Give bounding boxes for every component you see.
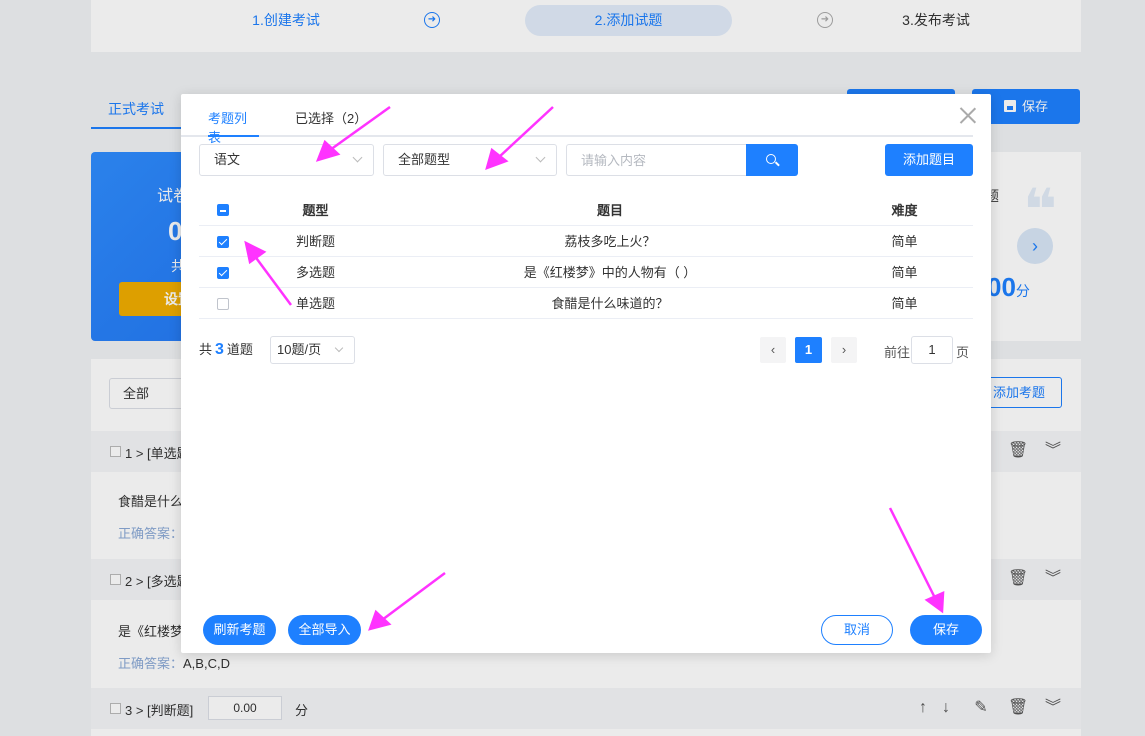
cell-difficulty: 简单	[836, 256, 973, 288]
page-size-value: 10题/页	[277, 342, 322, 357]
save-button[interactable]: 保存	[910, 615, 982, 645]
column-header-title: 题目	[384, 194, 836, 226]
prev-page-button[interactable]: ‹	[760, 337, 786, 363]
question-type-select-value: 全部题型	[398, 152, 451, 167]
goto-page-input[interactable]: 1	[911, 336, 953, 364]
cell-title: 荔枝多吃上火？	[384, 225, 836, 257]
tab-question-list[interactable]: 考题列表	[208, 108, 259, 145]
select-all-checkbox[interactable]	[217, 204, 229, 217]
cancel-button[interactable]: 取消	[821, 615, 893, 645]
add-question-button[interactable]: 添加题目	[885, 144, 973, 176]
subject-select[interactable]: 语文	[199, 144, 374, 176]
pagination-total: 共 3 道题	[199, 341, 253, 358]
column-header-difficulty: 难度	[836, 194, 973, 226]
cell-title: 食醋是什么味道的？	[384, 287, 836, 319]
chevron-down-icon	[535, 152, 546, 163]
table-header-row: 题型 题目 难度	[199, 194, 973, 226]
chevron-down-icon	[352, 152, 363, 163]
page-size-select[interactable]: 10题/页	[270, 336, 355, 364]
search-icon	[766, 154, 776, 164]
row-checkbox[interactable]	[217, 235, 229, 248]
cell-difficulty: 简单	[836, 225, 973, 257]
chevron-down-icon	[334, 343, 344, 353]
question-picker-dialog: 考题列表 已选择（2） 语文 全部题型 添加题目 题型 题目 难度 判断题 荔枝…	[181, 94, 991, 653]
cell-title: 是《红楼梦》中的人物有（ ）	[384, 256, 836, 288]
refresh-questions-button[interactable]: 刷新考题	[203, 615, 276, 645]
tab-selected[interactable]: 已选择（2）	[295, 108, 367, 137]
search-input[interactable]	[566, 144, 747, 176]
import-all-button[interactable]: 全部导入	[288, 615, 361, 645]
dialog-tabs: 考题列表 已选择（2）	[181, 94, 973, 145]
cell-type: 单选题	[247, 287, 384, 319]
cell-difficulty: 简单	[836, 287, 973, 319]
subject-select-value: 语文	[214, 152, 241, 167]
table-row[interactable]: 单选题 食醋是什么味道的？ 简单	[199, 287, 973, 319]
next-page-button[interactable]: ›	[831, 337, 857, 363]
row-checkbox[interactable]	[217, 266, 229, 279]
table-row[interactable]: 判断题 荔枝多吃上火？ 简单	[199, 225, 973, 257]
page-number[interactable]: 1	[795, 337, 822, 363]
cell-type: 多选题	[247, 256, 384, 288]
search-button[interactable]	[746, 144, 798, 176]
row-checkbox[interactable]	[217, 297, 229, 310]
table-row[interactable]: 多选题 是《红楼梦》中的人物有（ ） 简单	[199, 256, 973, 288]
question-table: 题型 题目 难度 判断题 荔枝多吃上火？ 简单 多选题 是《红楼梦》中的人物有（…	[199, 194, 973, 319]
question-type-select[interactable]: 全部题型	[383, 144, 557, 176]
page-label: 页	[956, 345, 970, 360]
goto-label: 前往	[884, 345, 911, 360]
close-icon[interactable]	[959, 106, 977, 124]
column-header-type: 题型	[247, 194, 384, 226]
cell-type: 判断题	[247, 225, 384, 257]
